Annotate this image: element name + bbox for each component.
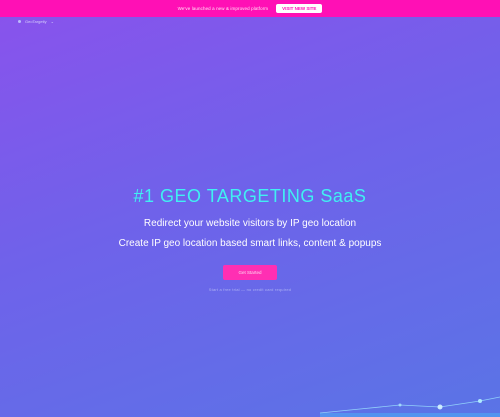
banner-text: We've launched a new & improved platform xyxy=(177,6,269,11)
logo-icon[interactable] xyxy=(18,20,21,23)
get-started-button[interactable]: Get Started xyxy=(223,265,277,280)
top-nav: GeoTargetly ⌄ xyxy=(18,19,54,24)
hero-subtitle-1: Redirect your website visitors by IP geo… xyxy=(143,218,357,229)
decorative-network-graphic xyxy=(320,396,500,417)
hero: #1 GEO TARGETING SaaS Redirect your webs… xyxy=(0,186,500,292)
hero-subtitle-2: Create IP geo location based smart links… xyxy=(118,238,382,249)
logo-text[interactable]: GeoTargetly xyxy=(25,19,47,24)
hero-title: #1 GEO TARGETING SaaS xyxy=(133,186,367,206)
top-announcement-banner: We've launched a new & improved platform… xyxy=(0,0,500,17)
visit-new-site-button[interactable]: VISIT NEW SITE xyxy=(276,4,323,13)
cta-hint-text: Start a free trial — no credit card requ… xyxy=(208,287,292,292)
chevron-down-icon[interactable]: ⌄ xyxy=(51,20,54,24)
